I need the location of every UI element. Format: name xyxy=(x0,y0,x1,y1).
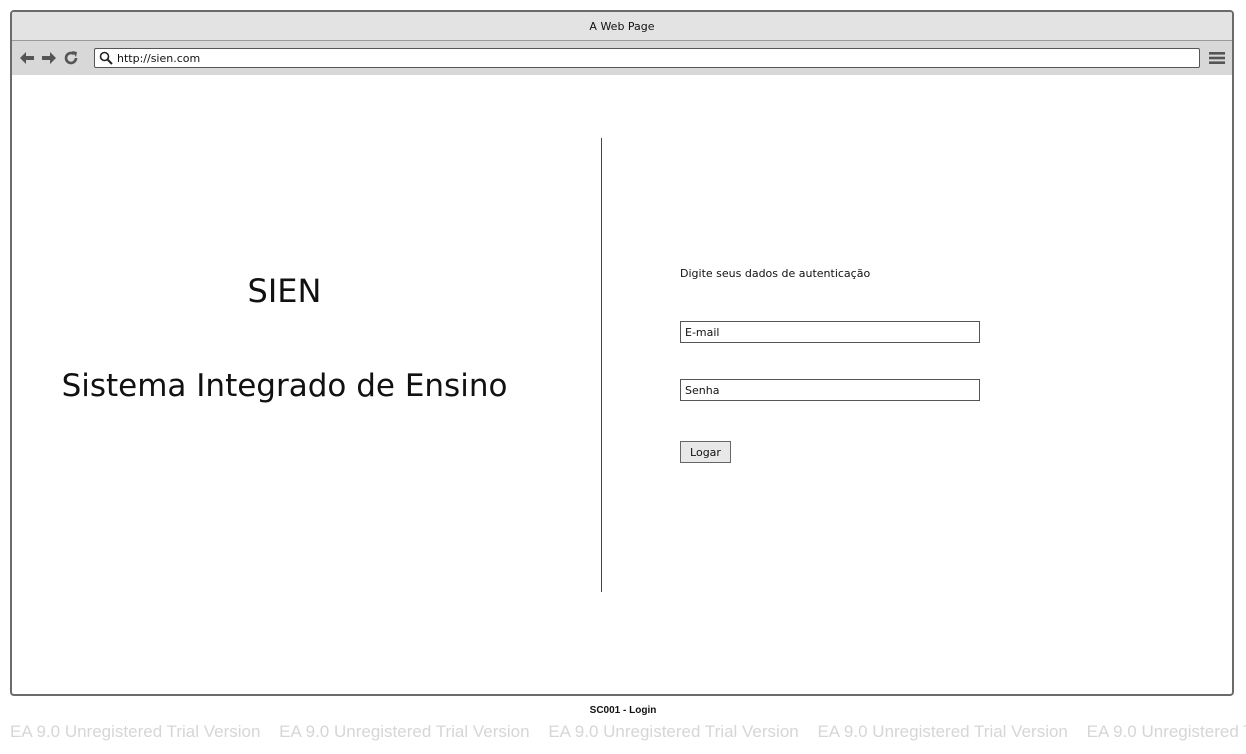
password-field[interactable] xyxy=(680,379,980,401)
login-button[interactable]: Logar xyxy=(680,441,731,463)
reload-button[interactable] xyxy=(62,49,80,67)
watermark-text: EA 9.0 Unregistered Trial Version xyxy=(817,722,1068,741)
arrow-left-icon xyxy=(20,52,34,64)
watermark-text: EA 9.0 Unregistered Trial Version xyxy=(279,722,530,741)
watermark-text: EA 9.0 Unregistered Trial Version xyxy=(548,722,799,741)
watermark-bottom: EA 9.0 Unregistered Trial Version EA 9.0… xyxy=(10,722,1246,742)
watermark-text: EA 9.0 Unregistered Trial Version xyxy=(1086,722,1246,741)
window-titlebar: A Web Page xyxy=(12,12,1232,41)
address-bar[interactable] xyxy=(94,48,1200,68)
url-input[interactable] xyxy=(115,51,1199,65)
page-content: SIEN Sistema Integrado de Ensino Digite … xyxy=(12,76,1232,694)
browser-menu-button[interactable] xyxy=(1208,49,1226,67)
watermark-text: EA 9.0 Unregistered Trial Version xyxy=(10,722,261,741)
app-full-name: Sistema Integrado de Ensino xyxy=(61,368,508,404)
reload-icon xyxy=(64,51,78,65)
back-button[interactable] xyxy=(18,49,36,67)
app-short-name: SIEN xyxy=(247,272,322,310)
browser-window: A Web Page http://sien.com SIEN Sistema … xyxy=(10,10,1234,696)
window-title: A Web Page xyxy=(589,19,655,33)
watermark-right-edge xyxy=(1232,84,1246,704)
vertical-divider xyxy=(601,138,602,592)
diagram-caption: SC001 - Login xyxy=(589,705,657,716)
email-field[interactable] xyxy=(680,321,980,343)
browser-toolbar xyxy=(12,41,1232,75)
forward-button[interactable] xyxy=(40,49,58,67)
hamburger-menu-icon xyxy=(1209,52,1225,64)
search-icon xyxy=(97,49,115,67)
login-instruction: Digite seus dados de autenticação xyxy=(680,267,871,280)
arrow-right-icon xyxy=(42,52,56,64)
